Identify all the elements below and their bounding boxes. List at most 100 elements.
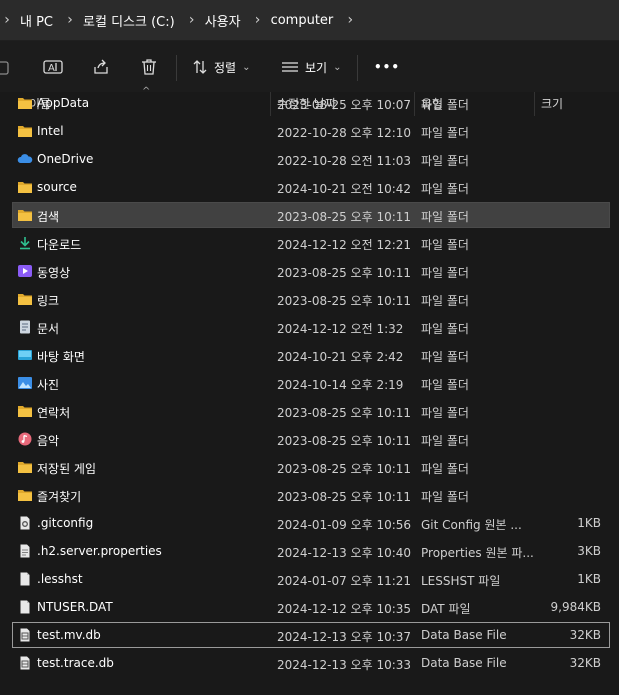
more-icon: ••• [374,60,401,74]
file-type: 파일 폴더 [421,350,469,364]
picture-icon [17,376,33,390]
chevron-down-icon: ⌄ [242,61,251,73]
file-row[interactable]: 링크 2023-08-25 오후 10:11 파일 폴더 [12,286,610,312]
file-row[interactable]: 즐겨찾기 2023-08-25 오후 10:11 파일 폴더 [12,482,610,508]
file-name: 사진 [37,378,60,392]
file-row[interactable]: test.trace.db 2024-12-13 오후 10:33 Data Bas… [12,650,610,676]
copy-icon[interactable] [0,57,14,77]
blank-file-icon [17,600,33,614]
command-bar: A 정렬 ⌄ 보기 ⌄ ••• [0,41,619,94]
toolbar-divider [176,55,177,81]
file-row[interactable]: 다운로드 2024-12-12 오전 12:21 파일 폴더 [12,230,610,256]
file-row[interactable]: 문서 2024-12-12 오전 1:32 파일 폴더 [12,314,610,340]
chevron-down-icon: ⌄ [333,61,342,73]
folder-icon [17,180,33,194]
file-row[interactable]: 음악 2023-08-25 오후 10:11 파일 폴더 [12,426,610,452]
file-name: .gitconfig [37,516,94,530]
file-date: 2023-08-25 오후 10:11 [277,490,412,504]
chevron-right-icon[interactable]: › [187,12,197,28]
breadcrumb-local-disk[interactable]: 로컬 디스크 (C:) [83,11,175,30]
file-type: 파일 폴더 [421,406,469,420]
download-icon [17,236,33,250]
file-type: 파일 폴더 [421,434,469,448]
file-type: 파일 폴더 [421,322,469,336]
address-bar[interactable]: › 내 PC › 로컬 디스크 (C:) › 사용자 › computer › [0,0,619,41]
file-type: Data Base File [421,628,507,642]
view-label: 보기 [305,60,328,75]
chevron-right-icon[interactable]: › [65,12,75,28]
file-size: 3KB [577,544,601,558]
chevron-right-icon[interactable]: › [345,12,355,28]
view-button[interactable]: 보기 ⌄ [281,57,341,77]
file-name: Intel [37,124,64,138]
breadcrumb-computer[interactable]: computer [271,13,334,28]
file-row[interactable]: .lesshst 2024-01-07 오후 11:21 LESSHST 파일 1KB [12,566,610,592]
file-name: 문서 [37,322,60,336]
text-file-icon [17,544,33,558]
chevron-right-icon[interactable]: › [253,12,263,28]
file-name: test.mv.db [37,628,101,642]
file-type: Properties 원본 파... [421,546,534,560]
file-date: 2024-10-21 오전 10:42 [277,182,412,196]
music-icon [17,432,33,446]
svg-text:A: A [48,63,55,74]
rename-icon[interactable]: A [43,57,63,77]
file-row[interactable]: 바탕 화면 2024-10-21 오후 2:42 파일 폴더 [12,342,610,368]
chevron-right-icon: › [4,12,10,28]
file-row[interactable]: 동영상 2023-08-25 오후 10:11 파일 폴더 [12,258,610,284]
file-name: OneDrive [37,152,94,166]
file-row[interactable]: Intel 2022-10-28 오후 12:10 파일 폴더 [12,118,610,144]
file-row[interactable]: .h2.server.properties 2024-12-13 오후 10:40… [12,538,610,564]
file-date: 2024-12-13 오후 10:37 [277,630,412,644]
gear-file-icon [17,516,33,530]
file-size: 1KB [577,516,601,530]
file-type: 파일 폴더 [421,266,469,280]
file-type: 파일 폴더 [421,154,469,168]
file-name: 연락처 [37,406,71,420]
folder-icon [17,208,33,222]
file-date: 2023-08-25 오후 10:11 [277,210,412,224]
file-date: 2023-08-25 오후 10:07 [277,98,412,112]
sort-button[interactable]: 정렬 ⌄ [192,57,250,77]
desktop-icon [17,348,33,362]
file-date: 2024-12-13 오후 10:33 [277,658,412,672]
folder-icon [17,96,33,110]
file-type: 파일 폴더 [421,462,469,476]
delete-icon[interactable] [139,57,159,77]
toolbar-divider [357,55,358,81]
file-date: 2024-12-12 오전 12:21 [277,238,412,252]
file-name: 즐겨찾기 [37,490,82,504]
file-row[interactable]: AppData 2023-08-25 오후 10:07 파일 폴더 [12,90,610,116]
file-name: 동영상 [37,266,71,280]
video-icon [17,264,33,278]
file-row[interactable]: source 2024-10-21 오전 10:42 파일 폴더 [12,174,610,200]
folder-icon [17,292,33,306]
file-row[interactable]: OneDrive 2022-10-28 오전 11:03 파일 폴더 [12,146,610,172]
file-size: 9,984KB [550,600,601,614]
file-type: 파일 폴더 [421,210,469,224]
sort-label: 정렬 [214,60,237,75]
breadcrumb-this-pc[interactable]: 내 PC [20,11,53,30]
folder-icon [17,488,33,502]
file-type: 파일 폴더 [421,182,469,196]
db-file-icon [17,628,33,642]
file-date: 2022-10-28 오후 12:10 [277,126,412,140]
file-name: AppData [37,96,90,110]
file-row[interactable]: test.mv.db 2024-12-13 오후 10:37 Data Base F… [12,622,610,648]
file-date: 2024-01-07 오후 11:21 [277,574,412,588]
share-icon[interactable] [91,57,111,77]
folder-icon [17,404,33,418]
breadcrumb-users[interactable]: 사용자 [205,11,241,30]
file-type: LESSHST 파일 [421,574,501,588]
file-row[interactable]: 연락처 2023-08-25 오후 10:11 파일 폴더 [12,398,610,424]
file-name: NTUSER.DAT [37,600,113,614]
file-row[interactable]: .gitconfig 2024-01-09 오후 10:56 Git Config … [12,510,610,536]
file-row[interactable]: 사진 2024-10-14 오후 2:19 파일 폴더 [12,370,610,396]
file-date: 2024-10-21 오후 2:42 [277,350,404,364]
file-row[interactable]: 검색 2023-08-25 오후 10:11 파일 폴더 [12,202,610,228]
file-row[interactable]: 저장된 게임 2023-08-25 오후 10:11 파일 폴더 [12,454,610,480]
file-type: Data Base File [421,656,507,670]
more-options-button[interactable]: ••• [374,57,400,77]
file-date: 2023-08-25 오후 10:11 [277,462,412,476]
file-row[interactable]: NTUSER.DAT 2024-12-12 오후 10:35 DAT 파일 9,984… [12,594,610,620]
